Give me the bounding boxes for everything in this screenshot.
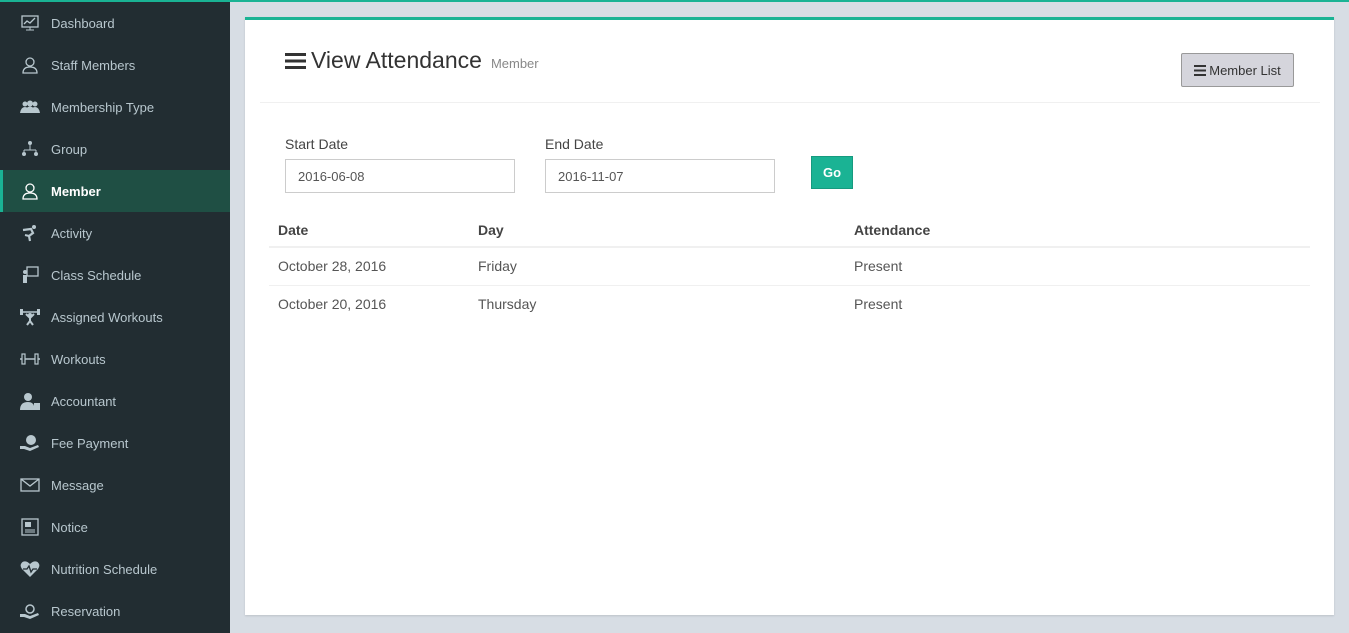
sidebar-item-nutrition-schedule[interactable]: Nutrition Schedule bbox=[0, 548, 230, 590]
sidebar: Dashboard Staff Members Membership Type … bbox=[0, 0, 230, 633]
activity-icon bbox=[20, 223, 40, 243]
sidebar-item-label: Dashboard bbox=[51, 15, 115, 31]
sidebar-item-class-schedule[interactable]: Class Schedule bbox=[0, 254, 230, 296]
sidebar-item-label: Accountant bbox=[51, 393, 117, 409]
column-header-attendance: Attendance bbox=[845, 213, 1310, 248]
hamburger-menu-icon bbox=[285, 52, 306, 70]
cell-date: October 28, 2016 bbox=[269, 246, 469, 285]
cell-attendance: Present bbox=[845, 284, 1310, 323]
sidebar-item-label: Nutrition Schedule bbox=[51, 561, 158, 577]
sidebar-item-group[interactable]: Group bbox=[0, 128, 230, 170]
member-list-button[interactable]: Member List bbox=[1181, 53, 1294, 87]
group-icon bbox=[20, 139, 40, 159]
accountant-icon bbox=[20, 391, 40, 411]
sidebar-item-activity[interactable]: Activity bbox=[0, 212, 230, 254]
sidebar-item-label: Reservation bbox=[51, 603, 121, 619]
table-row: October 20, 2016 Thursday Present bbox=[269, 284, 1310, 323]
cell-day: Friday bbox=[469, 246, 845, 285]
sidebar-item-fee-payment[interactable]: Fee Payment bbox=[0, 422, 230, 464]
column-header-date: Date bbox=[269, 213, 469, 248]
sidebar-item-workouts[interactable]: Workouts bbox=[0, 338, 230, 380]
cell-attendance: Present bbox=[845, 246, 1310, 285]
membership-icon bbox=[20, 97, 40, 117]
sidebar-item-label: Member bbox=[51, 183, 101, 199]
start-date-input[interactable] bbox=[285, 159, 515, 193]
fee-payment-icon bbox=[20, 433, 40, 453]
dumbbell-icon bbox=[20, 349, 40, 369]
member-list-label: Member List bbox=[1209, 62, 1281, 78]
class-schedule-icon bbox=[20, 265, 40, 285]
sidebar-item-membership-type[interactable]: Membership Type bbox=[0, 86, 230, 128]
panel-header: View Attendance Member Member List bbox=[260, 20, 1320, 103]
sidebar-item-label: Class Schedule bbox=[51, 267, 142, 283]
sidebar-item-label: Membership Type bbox=[51, 99, 155, 115]
cell-day: Thursday bbox=[469, 284, 845, 323]
sidebar-item-label: Fee Payment bbox=[51, 435, 129, 451]
sidebar-item-staff-members[interactable]: Staff Members bbox=[0, 44, 230, 86]
sidebar-item-reservation[interactable]: Reservation bbox=[0, 590, 230, 632]
main-content: View Attendance Member Member List Start… bbox=[230, 0, 1349, 633]
sidebar-item-assigned-workouts[interactable]: Assigned Workouts bbox=[0, 296, 230, 338]
start-date-label: Start Date bbox=[285, 136, 349, 152]
notice-icon bbox=[20, 517, 40, 537]
reservation-icon bbox=[20, 601, 40, 621]
sidebar-item-label: Workouts bbox=[51, 351, 106, 367]
sidebar-item-message[interactable]: Message bbox=[0, 464, 230, 506]
member-icon bbox=[20, 181, 40, 201]
attendance-panel: View Attendance Member Member List Start… bbox=[245, 17, 1334, 615]
staff-icon bbox=[20, 55, 40, 75]
sidebar-item-dashboard[interactable]: Dashboard bbox=[0, 2, 230, 44]
sidebar-item-notice[interactable]: Notice bbox=[0, 506, 230, 548]
cell-date: October 20, 2016 bbox=[269, 284, 469, 323]
column-header-day: Day bbox=[469, 213, 845, 248]
table-row: October 28, 2016 Friday Present bbox=[269, 246, 1310, 285]
sidebar-item-label: Staff Members bbox=[51, 57, 136, 73]
sidebar-item-label: Notice bbox=[51, 519, 88, 535]
sidebar-item-accountant[interactable]: Accountant bbox=[0, 380, 230, 422]
assigned-workouts-icon bbox=[20, 307, 40, 327]
sidebar-item-label: Message bbox=[51, 477, 104, 493]
end-date-label: End Date bbox=[545, 136, 604, 152]
attendance-table: Date Day Attendance October 28, 2016 Fri… bbox=[269, 213, 1310, 323]
page-subtitle: Member bbox=[490, 56, 539, 71]
sidebar-item-member[interactable]: Member bbox=[0, 170, 230, 212]
sidebar-item-label: Group bbox=[51, 141, 88, 157]
sidebar-item-label: Assigned Workouts bbox=[51, 309, 163, 325]
list-icon bbox=[1194, 64, 1207, 76]
sidebar-item-label: Activity bbox=[51, 225, 93, 241]
heart-icon bbox=[20, 559, 40, 579]
envelope-icon bbox=[20, 475, 40, 495]
go-button[interactable]: Go bbox=[811, 156, 853, 189]
page-title: View Attendance bbox=[311, 47, 482, 73]
table-header-row: Date Day Attendance bbox=[269, 213, 1310, 248]
end-date-input[interactable] bbox=[545, 159, 775, 193]
page-heading: View Attendance Member bbox=[285, 47, 539, 74]
dashboard-icon bbox=[20, 13, 40, 33]
